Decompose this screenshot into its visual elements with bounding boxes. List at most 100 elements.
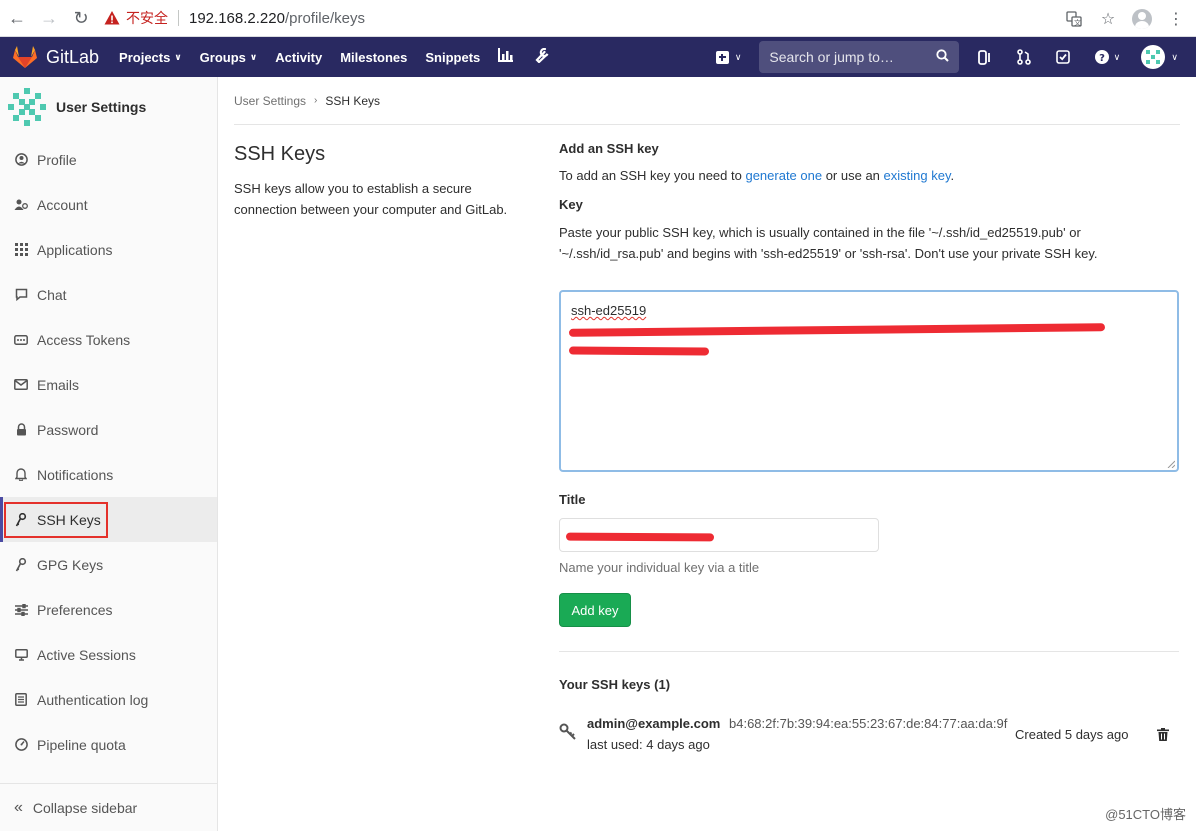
browser-toolbar: ← → ↻ 不安全 192.168.2.220/profile/keys 文 ☆… (0, 0, 1196, 37)
sidebar-item-access-tokens[interactable]: Access Tokens (0, 317, 217, 362)
key-help-text: Paste your public SSH key, which is usua… (559, 225, 1098, 261)
warning-icon (104, 11, 120, 25)
brand-name: GitLab (46, 46, 100, 67)
page-title: SSH Keys (234, 143, 326, 165)
form-instructions: To add an SSH key you need to generate o… (559, 168, 1179, 183)
sidebar-header[interactable]: User Settings (0, 77, 217, 137)
chrome-menu-icon[interactable]: ⋮ (1162, 5, 1190, 33)
forward-button[interactable]: → (34, 3, 64, 33)
nav-snippets[interactable]: Snippets (425, 50, 480, 65)
collapse-sidebar-button[interactable]: « Collapse sidebar (0, 783, 217, 831)
sidebar-item-pipeline-quota[interactable]: Pipeline quota (0, 722, 217, 767)
help-dropdown-button[interactable]: ? ∨ (1092, 47, 1122, 67)
nav-milestones-label: Milestones (340, 49, 408, 65)
nav-activity[interactable]: Activity (275, 50, 322, 65)
title-help-text: Name your individual key via a title (559, 560, 760, 575)
settings-sidebar: User Settings Profile Account Applicatio… (0, 77, 218, 831)
account-icon (14, 198, 28, 212)
bookmark-star-icon[interactable]: ☆ (1094, 5, 1122, 33)
sidebar-item-label: Active Sessions (37, 646, 136, 663)
sidebar-item-label: Access Tokens (37, 331, 131, 348)
nav-groups-label: Groups (199, 49, 246, 65)
sidebar-item-label: Password (37, 421, 99, 438)
security-status: 不安全 (126, 10, 168, 26)
address-bar[interactable]: 不安全 192.168.2.220/profile/keys (104, 3, 365, 33)
key-icon (559, 723, 577, 746)
sidebar-item-label: Chat (37, 286, 67, 303)
chevron-right-icon: › (314, 95, 318, 106)
generate-one-link[interactable]: generate one (745, 168, 822, 183)
add-key-button[interactable]: Add key (559, 593, 631, 627)
breadcrumb: User Settings › SSH Keys (234, 77, 1180, 125)
nav-activity-label: Activity (275, 49, 323, 65)
sidebar-item-authentication-log[interactable]: Authentication log (0, 677, 217, 722)
ssh-key-form: Add an SSH key To add an SSH key you nee… (559, 141, 1179, 801)
ssh-key-title[interactable]: admin@example.com (587, 716, 720, 731)
gitlab-home-link[interactable]: GitLab (12, 45, 99, 69)
instructions-post: . (950, 168, 955, 183)
breadcrumb-parent[interactable]: User Settings (234, 94, 306, 108)
plus-icon (715, 50, 729, 64)
sidebar-item-active-sessions[interactable]: Active Sessions (0, 632, 217, 677)
search-input[interactable]: Search or jump to… (759, 41, 960, 73)
sidebar-item-label: GPG Keys (37, 556, 104, 573)
sidebar-item-account[interactable]: Account (0, 182, 217, 227)
applications-icon (14, 243, 28, 257)
title-input[interactable] (559, 518, 879, 552)
ssh-key-last-used: last used: 4 days ago (587, 737, 710, 752)
nav-projects[interactable]: Projects ∨ (119, 50, 182, 65)
sidebar-item-notifications[interactable]: Notifications (0, 452, 217, 497)
sidebar-item-gpg-keys[interactable]: GPG Keys (0, 542, 217, 587)
log-icon (14, 693, 28, 707)
chevron-down-icon: ∨ (1171, 51, 1178, 62)
back-button[interactable]: ← (2, 3, 32, 33)
analytics-chart-icon[interactable] (498, 48, 514, 66)
user-menu-button[interactable]: ∨ (1141, 45, 1178, 69)
bell-icon (14, 468, 28, 482)
trash-icon[interactable] (1157, 728, 1169, 741)
sidebar-item-label: Account (37, 196, 88, 213)
nav-milestones[interactable]: Milestones (340, 50, 407, 65)
todos-icon[interactable] (1053, 47, 1073, 67)
issues-icon[interactable] (975, 47, 995, 67)
ssh-keys-list-heading: Your SSH keys (1) (559, 677, 671, 692)
sidebar-item-label: Emails (37, 376, 80, 393)
admin-wrench-icon[interactable] (535, 47, 549, 67)
instructions-mid: or use an (822, 168, 884, 183)
reload-button[interactable]: ↻ (66, 3, 96, 33)
redaction-mark (568, 346, 710, 356)
lock-icon (14, 423, 28, 437)
sidebar-item-chat[interactable]: Chat (0, 272, 217, 317)
sidebar-item-preferences[interactable]: Preferences (0, 587, 217, 632)
svg-text:文: 文 (1074, 18, 1081, 27)
sidebar-item-password[interactable]: Password (0, 407, 217, 452)
merge-requests-icon[interactable] (1014, 47, 1034, 67)
quota-icon (14, 738, 28, 752)
sidebar-title: User Settings (56, 99, 147, 115)
sidebar-item-applications[interactable]: Applications (0, 227, 217, 272)
chevron-down-icon: ∨ (174, 51, 182, 62)
nav-groups[interactable]: Groups ∨ (200, 50, 258, 65)
existing-key-link[interactable]: existing key (884, 168, 951, 183)
ssh-key-row[interactable]: admin@example.com b4:68:2f:7b:39:94:ea:5… (559, 713, 1179, 753)
sliders-icon (14, 603, 28, 617)
section-divider (559, 651, 1179, 652)
sidebar-item-emails[interactable]: Emails (0, 362, 217, 407)
chevron-down-icon: ∨ (249, 51, 258, 62)
key-textarea[interactable]: ssh-ed25519 (559, 290, 1179, 472)
translate-icon[interactable]: 文 (1060, 5, 1088, 33)
redaction-mark (565, 532, 715, 542)
sidebar-item-label: Notifications (37, 466, 114, 483)
breadcrumb-current[interactable]: SSH Keys (325, 94, 380, 108)
sidebar-item-profile[interactable]: Profile (0, 137, 217, 182)
avatar (1141, 45, 1166, 69)
svg-text:?: ? (1099, 53, 1105, 64)
collapse-sidebar-label: Collapse sidebar (32, 799, 138, 816)
chrome-profile-avatar[interactable] (1128, 5, 1156, 33)
title-label: Title (559, 492, 586, 507)
ssh-key-fingerprint: b4:68:2f:7b:39:94:ea:55:23:67:de:84:77:a… (729, 716, 1008, 731)
search-icon (936, 49, 950, 65)
new-dropdown-button[interactable]: ∨ (715, 50, 741, 64)
resize-handle-icon[interactable] (1167, 460, 1175, 468)
nav-snippets-label: Snippets (425, 49, 481, 65)
